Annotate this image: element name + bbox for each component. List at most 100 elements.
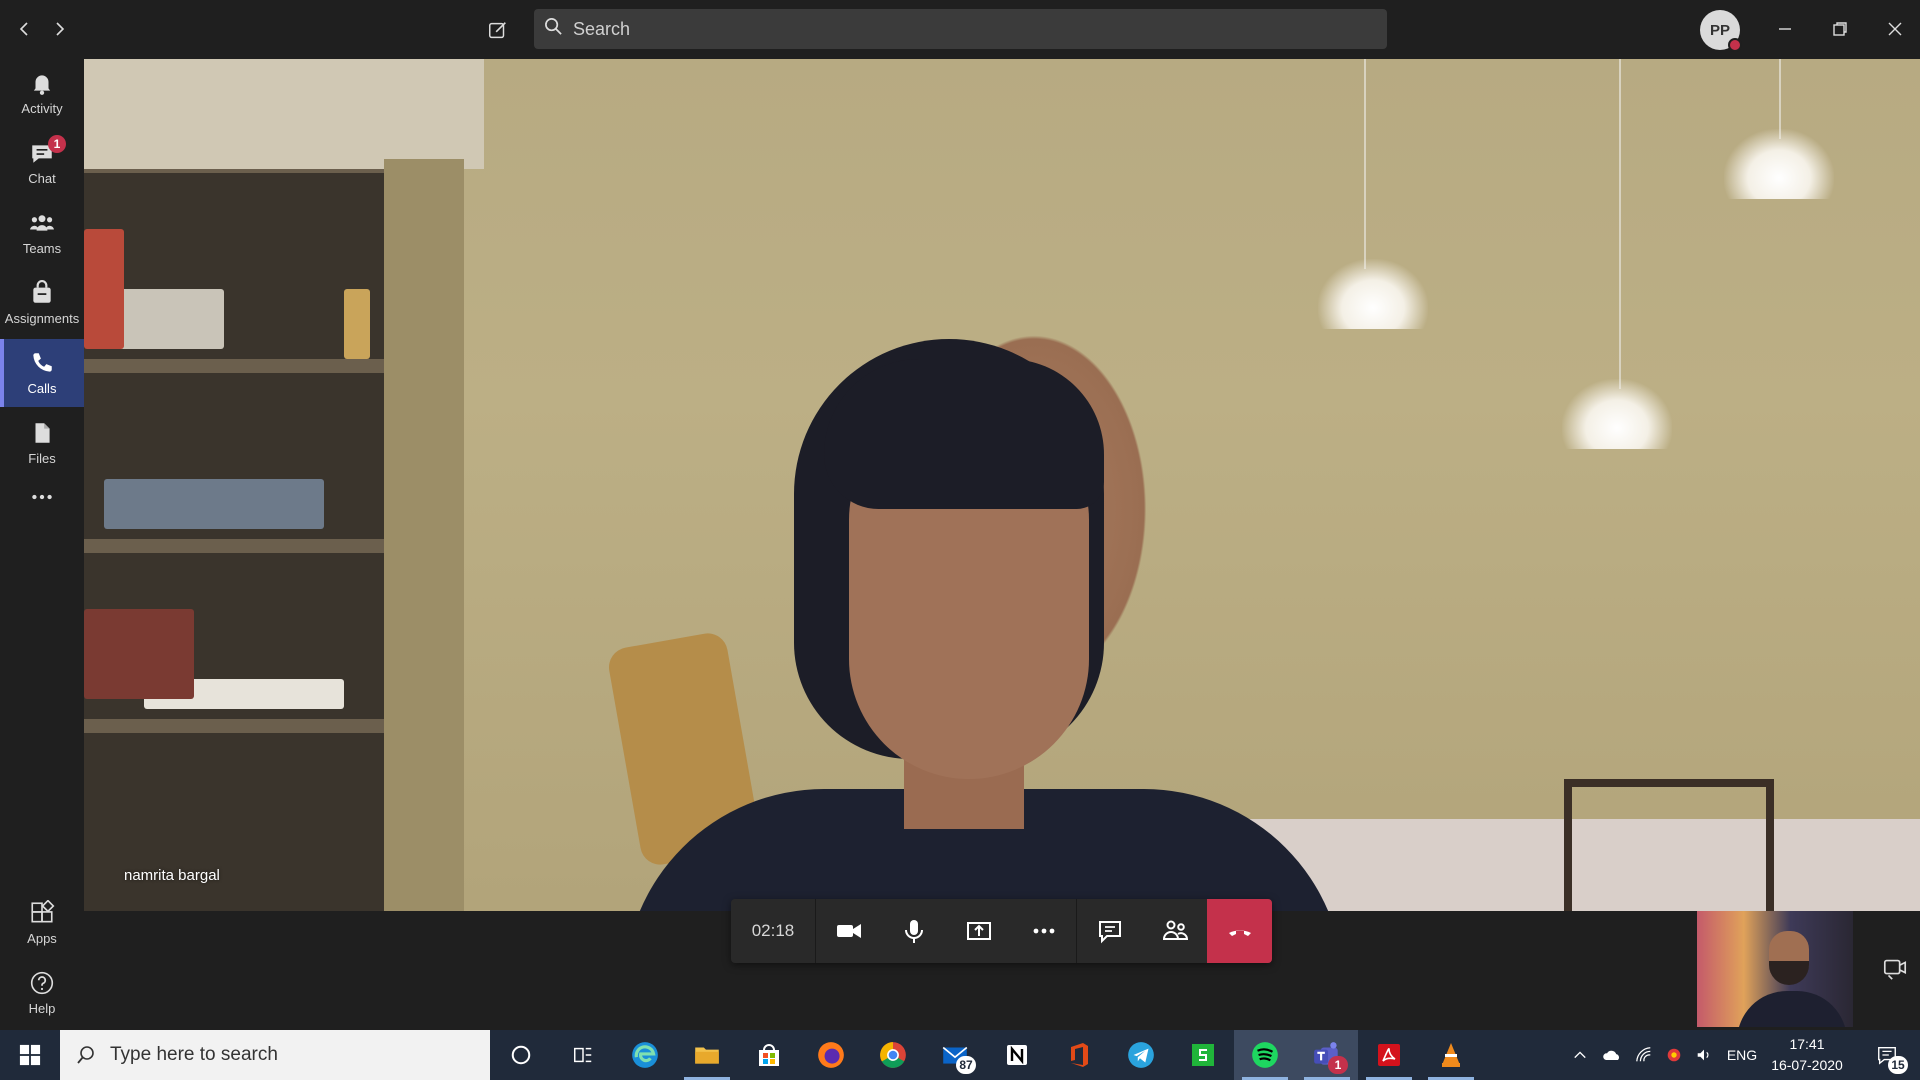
action-center-button[interactable]: 15 xyxy=(1862,1030,1912,1080)
teams-icon xyxy=(30,215,54,231)
title-bar: PP xyxy=(0,0,1920,59)
rail-more-button[interactable] xyxy=(0,479,84,519)
minimize-icon[interactable] xyxy=(1765,10,1805,48)
rail-label: Activity xyxy=(21,101,63,116)
presence-status-icon xyxy=(1728,38,1742,52)
chrome-app[interactable] xyxy=(862,1030,924,1080)
antivirus-icon[interactable] xyxy=(1660,1030,1688,1080)
camera-toggle-button[interactable] xyxy=(816,899,881,963)
show-conversation-button[interactable] xyxy=(1077,899,1142,963)
edge-icon xyxy=(632,1042,658,1068)
onedrive-icon[interactable] xyxy=(1598,1030,1626,1080)
search-icon xyxy=(544,17,563,41)
compose-icon[interactable] xyxy=(482,14,514,46)
notion-icon xyxy=(1007,1045,1027,1065)
vlc-app[interactable] xyxy=(1420,1030,1482,1080)
rail-label: Teams xyxy=(22,241,62,256)
back-icon[interactable] xyxy=(10,14,40,44)
remote-video-feed: namrita bargal xyxy=(84,59,1920,911)
participants-icon xyxy=(1162,920,1188,940)
rail-item-files[interactable]: Files xyxy=(0,409,84,477)
mail-app[interactable]: 87 xyxy=(924,1030,986,1080)
taskbar-search-input[interactable] xyxy=(110,1044,430,1066)
chrome-icon xyxy=(880,1042,906,1068)
call-controls-bar: 02:18 xyxy=(731,899,1272,963)
rail-label: Help xyxy=(28,1001,56,1016)
chat-badge: 1 xyxy=(48,135,66,153)
self-video-preview[interactable] xyxy=(1697,911,1853,1027)
close-icon[interactable] xyxy=(1875,10,1915,48)
rail-label: Apps xyxy=(27,931,57,946)
rail-label: Calls xyxy=(27,381,57,396)
app-rail: Activity 1 Chat Teams Assignments Calls … xyxy=(0,59,84,1030)
office-icon xyxy=(1071,1043,1088,1067)
clock-date: 16-07-2020 xyxy=(1771,1057,1843,1073)
search-bar[interactable] xyxy=(534,9,1387,49)
firefox-app[interactable] xyxy=(800,1030,862,1080)
more-icon xyxy=(32,494,52,499)
start-button[interactable] xyxy=(0,1030,60,1080)
teams-app[interactable]: 1 xyxy=(1296,1030,1358,1080)
telegram-icon xyxy=(1128,1042,1154,1068)
apps-icon xyxy=(31,900,55,923)
call-timer: 02:18 xyxy=(731,899,816,963)
forward-icon[interactable] xyxy=(44,14,74,44)
file-explorer-app[interactable] xyxy=(676,1030,738,1080)
telegram-app[interactable] xyxy=(1110,1030,1172,1080)
share-screen-icon xyxy=(966,922,991,940)
rail-label: Assignments xyxy=(4,311,80,326)
rail-item-calls[interactable]: Calls xyxy=(0,339,84,407)
rail-item-teams[interactable]: Teams xyxy=(0,199,84,267)
folder-icon xyxy=(695,1047,719,1064)
spotify-app[interactable] xyxy=(1234,1030,1296,1080)
rail-label: Chat xyxy=(28,171,56,186)
share-screen-button[interactable] xyxy=(946,899,1011,963)
rail-item-help[interactable]: Help xyxy=(0,959,84,1027)
restore-icon[interactable] xyxy=(1820,10,1860,48)
clock[interactable]: 17:41 16-07-2020 xyxy=(1766,1034,1848,1076)
taskbar-search[interactable] xyxy=(60,1030,490,1080)
avatar-initials: PP xyxy=(1709,21,1730,39)
participant-name-label: namrita bargal xyxy=(124,867,220,884)
user-avatar[interactable]: PP xyxy=(1700,10,1742,52)
microphone-toggle-button[interactable] xyxy=(881,899,946,963)
hanging-decoration xyxy=(1724,129,1834,199)
cortana-button[interactable] xyxy=(490,1030,552,1080)
firefox-icon xyxy=(818,1042,844,1068)
sheets-app[interactable] xyxy=(1172,1030,1234,1080)
volume-icon[interactable] xyxy=(1690,1030,1718,1080)
wifi-icon[interactable] xyxy=(1630,1030,1658,1080)
background-chair xyxy=(1564,779,1774,911)
windows-taskbar: 87 1 ENG 17:41 16-07-2020 xyxy=(0,1030,1920,1080)
language-indicator[interactable]: ENG xyxy=(1722,1030,1762,1080)
assignments-icon xyxy=(33,280,51,303)
sheets-icon xyxy=(1192,1044,1214,1066)
more-options-icon xyxy=(1033,928,1054,934)
more-options-button[interactable] xyxy=(1011,899,1076,963)
acrobat-app[interactable] xyxy=(1358,1030,1420,1080)
task-view-button[interactable] xyxy=(552,1030,614,1080)
phone-icon xyxy=(33,353,52,372)
task-view-icon xyxy=(574,1047,592,1063)
notion-app[interactable] xyxy=(986,1030,1048,1080)
cortana-icon xyxy=(511,1045,531,1065)
rail-item-chat[interactable]: 1 Chat xyxy=(0,129,84,197)
rail-item-apps[interactable]: Apps xyxy=(0,889,84,957)
rail-item-activity[interactable]: Activity xyxy=(0,59,84,127)
rail-item-assignments[interactable]: Assignments xyxy=(0,269,84,337)
search-icon xyxy=(77,1046,94,1064)
rail-label: Files xyxy=(28,451,56,466)
teams-badge: 1 xyxy=(1328,1056,1348,1074)
bell-icon xyxy=(33,75,51,95)
clock-time: 17:41 xyxy=(1789,1036,1825,1052)
edge-app[interactable] xyxy=(614,1030,676,1080)
store-app[interactable] xyxy=(738,1030,800,1080)
office-app[interactable] xyxy=(1048,1030,1110,1080)
tray-overflow-icon[interactable] xyxy=(1568,1030,1592,1080)
show-participants-button[interactable] xyxy=(1142,899,1207,963)
self-view-toggle-icon[interactable] xyxy=(1882,955,1910,983)
search-input[interactable] xyxy=(573,18,1353,40)
camera-icon xyxy=(836,924,861,938)
hang-up-button[interactable] xyxy=(1207,899,1272,963)
hang-up-icon xyxy=(1228,930,1251,936)
